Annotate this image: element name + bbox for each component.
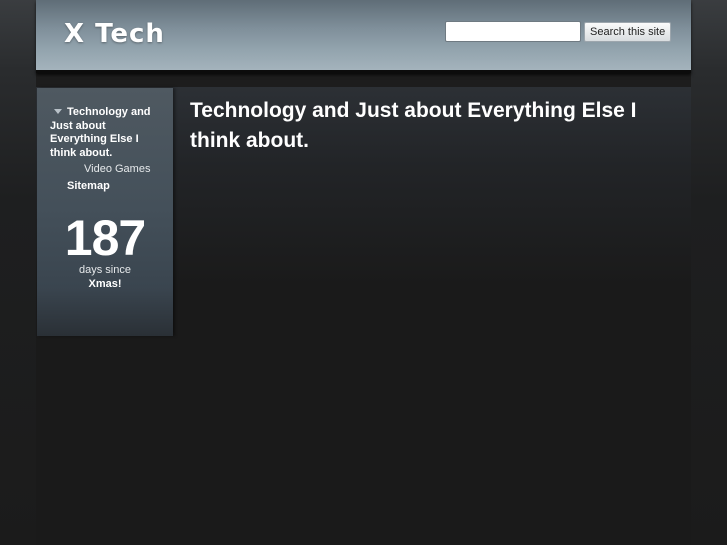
page-shade-right: [691, 0, 727, 545]
site-title[interactable]: X Tech: [64, 19, 165, 49]
search-button[interactable]: Search this site: [584, 22, 672, 42]
sidebar-item-video-games[interactable]: Video Games: [84, 163, 150, 175]
page-title: Technology and Just about Everything Els…: [190, 99, 637, 152]
sidebar-item-label: Technology and Just about Everything Els…: [50, 106, 151, 159]
page-shade-left: [0, 0, 36, 545]
search-input[interactable]: [445, 21, 581, 42]
countdown-label: days since: [79, 264, 131, 276]
countdown-event: Xmas!: [88, 278, 122, 290]
sidebar: Technology and Just about Everything Els…: [37, 88, 173, 336]
countdown-number: 187: [64, 210, 146, 266]
triangle-down-icon: [54, 109, 62, 114]
site-header: X Tech Search this site: [36, 0, 691, 73]
sidebar-item-sitemap[interactable]: Sitemap: [67, 180, 110, 192]
sidebar-item-current-page[interactable]: Technology and Just about Everything Els…: [50, 106, 162, 160]
